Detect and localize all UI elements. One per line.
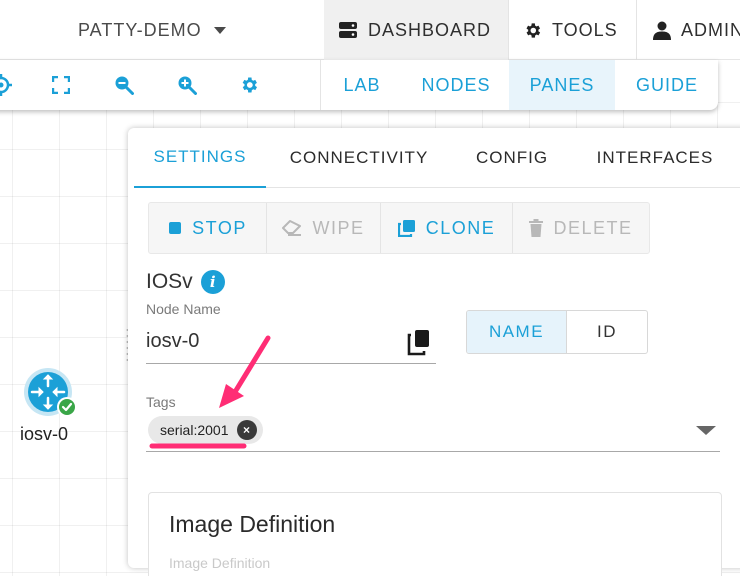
- tab-lab[interactable]: LAB: [321, 60, 403, 110]
- tab-connectivity[interactable]: CONNECTIVITY: [266, 128, 452, 188]
- name-id-toggle: NAME ID: [466, 310, 648, 354]
- tab-guide[interactable]: GUIDE: [615, 60, 719, 110]
- info-icon[interactable]: i: [200, 270, 225, 294]
- router-icon: [24, 368, 77, 417]
- user-icon: [653, 21, 671, 40]
- tab-nodes[interactable]: NODES: [403, 60, 509, 110]
- nav-dashboard-button[interactable]: DASHBOARD: [324, 0, 508, 60]
- server-icon: [339, 22, 357, 38]
- canvas-node[interactable]: [18, 366, 82, 427]
- settings-gear-icon[interactable]: [238, 74, 260, 96]
- delete-button[interactable]: DELETE: [513, 203, 649, 253]
- delete-label: DELETE: [553, 217, 633, 238]
- nav-tools-label: TOOLS: [552, 19, 618, 40]
- trash-icon: [529, 219, 544, 237]
- pane-tabs: SETTINGS CONNECTIVITY CONFIG INTERFACES: [134, 128, 740, 188]
- tags-input[interactable]: serial:2001 ×: [146, 412, 720, 452]
- tag-chip: serial:2001 ×: [148, 416, 263, 444]
- stop-label: STOP: [192, 217, 247, 238]
- node-definition-label: IOSv: [146, 270, 193, 293]
- node-label[interactable]: iosv-0: [20, 424, 68, 445]
- tab-connectivity-label: CONNECTIVITY: [289, 148, 429, 167]
- tab-panes-label: PANES: [529, 74, 595, 95]
- lab-name: PATTY-DEMO: [78, 19, 202, 40]
- toggle-name-option[interactable]: NAME: [467, 311, 567, 353]
- close-icon[interactable]: ×: [236, 420, 257, 440]
- fit-screen-icon[interactable]: [50, 74, 72, 96]
- clone-button[interactable]: CLONE: [381, 203, 513, 253]
- nav-tools-button[interactable]: TOOLS: [508, 0, 636, 60]
- toggle-name-label: NAME: [488, 322, 545, 341]
- tab-settings-label: SETTINGS: [153, 147, 247, 166]
- tags-label: Tags: [146, 394, 176, 410]
- chevron-down-icon[interactable]: [696, 426, 716, 435]
- clone-icon: [397, 220, 415, 237]
- tab-settings[interactable]: SETTINGS: [134, 128, 266, 188]
- canvas-toolbar: LAB NODES PANES GUIDE: [0, 60, 718, 110]
- lab-selector[interactable]: PATTY-DEMO: [78, 18, 226, 42]
- chevron-down-icon: [213, 26, 226, 34]
- wipe-label: WIPE: [312, 217, 365, 238]
- copy-icon[interactable]: [406, 328, 432, 356]
- wipe-button[interactable]: WIPE: [267, 203, 381, 253]
- node-actions: STOP WIPE CLONE DELETE: [148, 202, 650, 254]
- gear-icon: [526, 22, 541, 38]
- image-definition-title: Image Definition: [169, 511, 336, 537]
- tab-interfaces[interactable]: INTERFACES: [572, 128, 738, 188]
- image-definition-field-label: Image Definition: [169, 555, 271, 571]
- zoom-out-icon[interactable]: [113, 74, 135, 96]
- image-definition-card: Image Definition Image Definition: [148, 492, 722, 576]
- nav-admin-label: ADMIN: [681, 19, 740, 40]
- clone-label: CLONE: [425, 217, 496, 238]
- view-tabs: LAB NODES PANES GUIDE: [320, 60, 719, 110]
- nav-admin-button[interactable]: ADMIN: [636, 0, 740, 60]
- stop-icon: [169, 222, 182, 234]
- tab-config-label: CONFIG: [475, 148, 549, 167]
- zoom-in-icon[interactable]: [176, 74, 198, 96]
- eraser-icon: [282, 220, 302, 236]
- tab-panes[interactable]: PANES: [509, 60, 615, 110]
- node-name-label: Node Name: [146, 301, 221, 317]
- tag-chip-label: serial:2001: [160, 422, 229, 438]
- node-name-input[interactable]: iosv-0: [146, 320, 436, 364]
- tab-lab-label: LAB: [343, 74, 381, 95]
- tab-guide-label: GUIDE: [635, 74, 698, 95]
- node-settings-pane: SETTINGS CONNECTIVITY CONFIG INTERFACES …: [128, 128, 740, 576]
- node-name-value: iosv-0: [146, 330, 200, 352]
- tab-config[interactable]: CONFIG: [452, 128, 572, 188]
- tab-nodes-label: NODES: [421, 74, 491, 95]
- toggle-id-label: ID: [597, 322, 617, 341]
- node-definition-heading: IOSv i: [146, 270, 225, 294]
- stop-button[interactable]: STOP: [149, 203, 267, 253]
- target-icon[interactable]: [0, 74, 12, 96]
- toggle-id-option[interactable]: ID: [567, 311, 647, 353]
- tab-interfaces-label: INTERFACES: [596, 148, 714, 167]
- nav-dashboard-label: DASHBOARD: [368, 19, 492, 40]
- top-bar: PATTY-DEMO DASHBOARD TOOLS ADMIN: [0, 0, 740, 60]
